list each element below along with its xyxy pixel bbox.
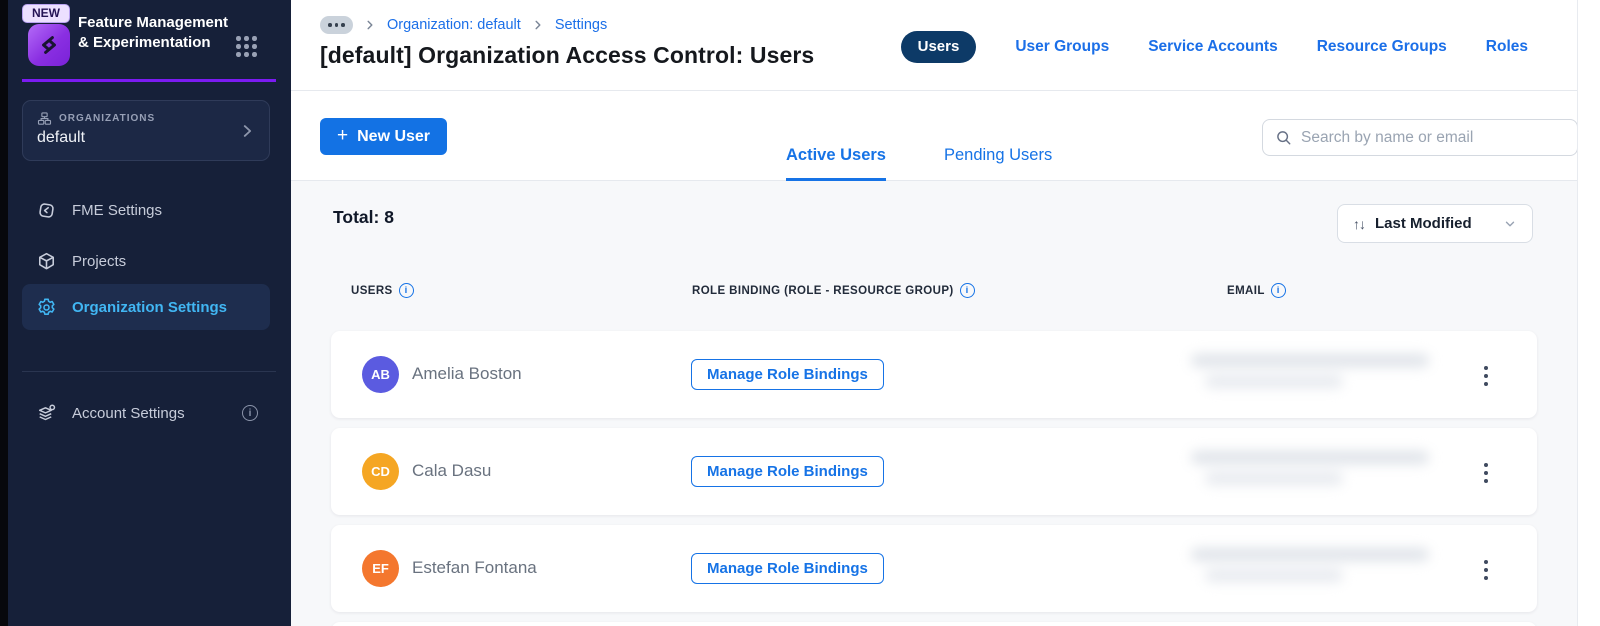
sidebar-item-label: FME Settings <box>72 201 163 219</box>
tab-active-users[interactable]: Active Users <box>786 146 886 181</box>
tab-pending-users[interactable]: Pending Users <box>944 146 1052 181</box>
app-title: Feature Management & Experimentation <box>78 14 229 51</box>
row-menu-icon[interactable] <box>1480 556 1492 584</box>
table-row: EF Estefan Fontana Manage Role Bindings <box>331 525 1537 612</box>
fme-split-icon <box>39 202 54 218</box>
users-list-section: Total: 8 ↑↓ Last Modified USERS i ROLE B… <box>291 181 1577 626</box>
avatar: EF <box>362 550 399 587</box>
chevron-right-icon <box>243 125 252 137</box>
tab-resource-groups[interactable]: Resource Groups <box>1317 38 1447 56</box>
sidebar-divider <box>22 371 276 372</box>
column-email: EMAIL <box>1227 284 1265 297</box>
tab-user-groups[interactable]: User Groups <box>1015 38 1109 56</box>
table-row: AB Amelia Boston Manage Role Bindings <box>331 331 1537 418</box>
table-row-partial <box>331 622 1537 626</box>
user-view-tabs: Active Users Pending Users <box>786 146 1052 181</box>
info-icon[interactable]: i <box>398 283 414 298</box>
new-user-button-label: New User <box>357 127 431 145</box>
breadcrumb: Organization: default Settings <box>320 16 607 34</box>
avatar: AB <box>362 356 399 393</box>
page-header: Organization: default Settings [default]… <box>291 0 1577 91</box>
sort-value: Last Modified <box>1375 215 1472 232</box>
organization-selector[interactable]: ORGANIZATIONS default <box>22 100 270 161</box>
sidebar-item-label: Projects <box>72 252 127 270</box>
avatar: CD <box>362 453 399 490</box>
chevron-right-icon <box>367 20 373 30</box>
org-selector-label: ORGANIZATIONS <box>59 113 156 124</box>
column-role-binding: ROLE BINDING (ROLE - RESOURCE GROUP) <box>692 284 954 297</box>
email-redacted <box>1191 451 1429 485</box>
sort-arrows-icon: ↑↓ <box>1353 215 1366 232</box>
info-icon[interactable]: i <box>959 283 975 298</box>
manage-role-bindings-button[interactable]: Manage Role Bindings <box>691 456 884 487</box>
tab-roles[interactable]: Roles <box>1486 38 1528 56</box>
user-name: Estefan Fontana <box>412 558 537 577</box>
row-menu-icon[interactable] <box>1480 362 1492 390</box>
split-glyph-icon <box>42 36 56 54</box>
info-icon[interactable]: i <box>242 405 258 421</box>
search-box <box>1262 119 1578 156</box>
user-name: Cala Dasu <box>412 461 492 480</box>
chevron-right-icon <box>535 20 541 30</box>
org-selector-value: default <box>37 129 86 146</box>
search-icon <box>1277 131 1291 145</box>
sidebar: NEW Feature Management & Experimentation… <box>8 0 291 626</box>
sidebar-item-label: Account Settings <box>72 404 185 422</box>
apps-grid-icon[interactable] <box>236 36 257 57</box>
row-menu-icon[interactable] <box>1480 459 1492 487</box>
column-users: USERS <box>351 284 393 297</box>
search-input[interactable] <box>1301 128 1565 147</box>
tab-service-accounts[interactable]: Service Accounts <box>1148 38 1278 56</box>
main-panel: Organization: default Settings [default]… <box>291 0 1578 626</box>
access-control-nav: Users User Groups Service Accounts Resou… <box>900 31 1528 63</box>
new-user-button[interactable]: + New User <box>320 118 448 155</box>
manage-role-bindings-button[interactable]: Manage Role Bindings <box>691 553 884 584</box>
sidebar-item-fme-settings[interactable]: FME Settings <box>22 190 270 230</box>
org-hierarchy-icon <box>37 112 52 125</box>
table-row: CD Cala Dasu Manage Role Bindings <box>331 428 1537 515</box>
chevron-down-icon <box>1505 221 1515 226</box>
gear-icon <box>38 298 55 315</box>
cube-icon <box>38 252 55 269</box>
sidebar-item-label: Organization Settings <box>72 298 228 316</box>
sidebar-item-account-settings[interactable]: Account Settings i <box>22 393 270 433</box>
plus-icon: + <box>337 125 349 146</box>
user-name: Amelia Boston <box>412 364 522 383</box>
manage-role-bindings-button[interactable]: Manage Role Bindings <box>691 359 884 390</box>
breadcrumb-link-settings[interactable]: Settings <box>555 17 607 33</box>
breadcrumb-link-organization[interactable]: Organization: default <box>387 17 521 33</box>
info-icon[interactable]: i <box>1270 283 1286 298</box>
layers-gear-icon <box>38 403 56 420</box>
page-title: [default] Organization Access Control: U… <box>320 42 815 68</box>
email-redacted <box>1191 354 1429 388</box>
breadcrumb-ellipsis-icon[interactable] <box>320 16 353 34</box>
screen-edge-strip <box>0 0 8 626</box>
scroll-gutter <box>1577 0 1600 626</box>
table-header: USERS i ROLE BINDING (ROLE - RESOURCE GR… <box>331 283 1537 301</box>
split-logo <box>28 24 70 66</box>
toolbar: + New User Active Users Pending Users <box>291 91 1578 181</box>
new-badge: NEW <box>22 4 70 23</box>
sort-dropdown[interactable]: ↑↓ Last Modified <box>1337 204 1533 243</box>
brand-divider <box>22 79 276 82</box>
total-count: Total: 8 <box>333 207 394 227</box>
email-redacted <box>1191 548 1429 582</box>
sidebar-item-projects[interactable]: Projects <box>22 241 270 281</box>
sidebar-item-organization-settings[interactable]: Organization Settings <box>22 284 270 330</box>
tab-users[interactable]: Users <box>900 31 977 63</box>
